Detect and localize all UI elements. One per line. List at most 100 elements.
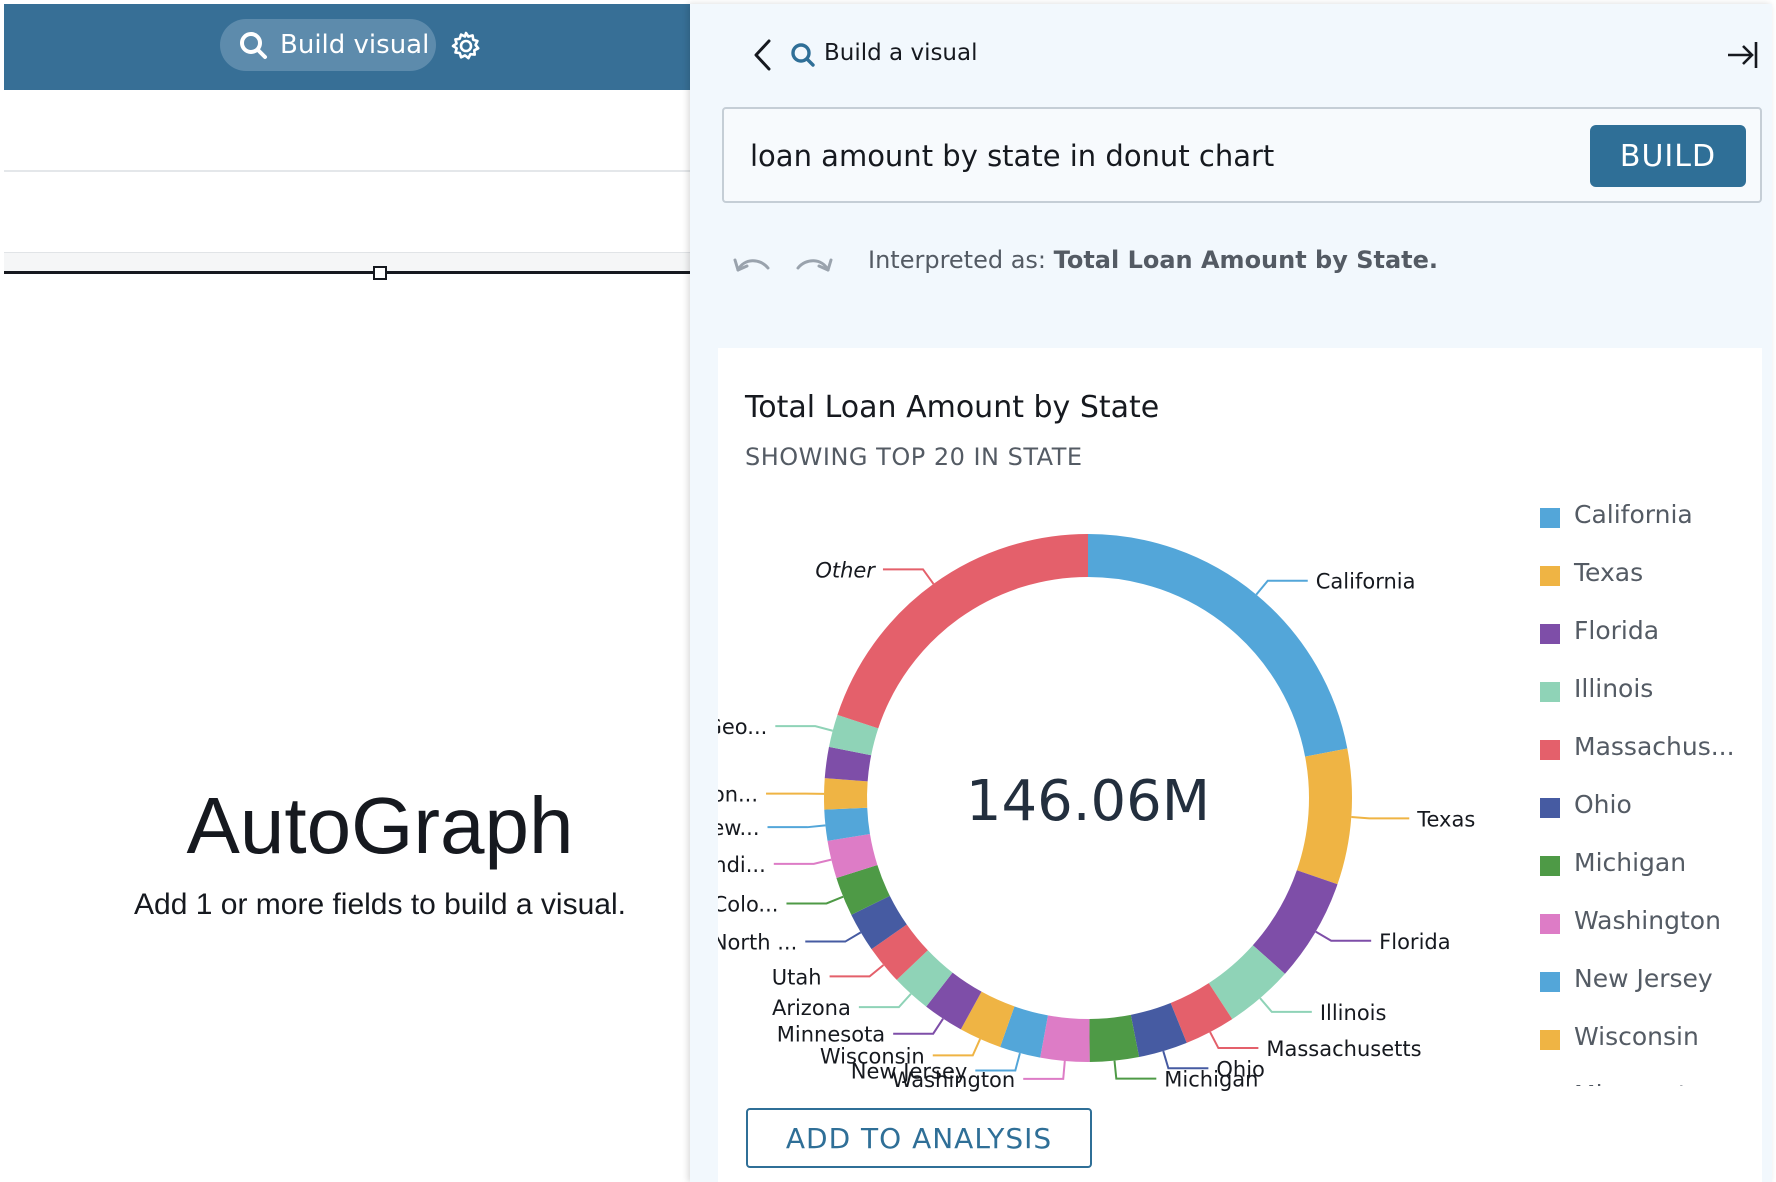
slice-label: California — [1316, 570, 1416, 594]
donut-slice[interactable] — [824, 807, 870, 841]
donut-slice[interactable] — [828, 714, 879, 756]
slice-label: Michigan — [1164, 1068, 1258, 1092]
donut-slice[interactable] — [960, 991, 1015, 1047]
legend-item[interactable]: Wisconsin — [1540, 1022, 1750, 1080]
legend-item[interactable]: Texas — [1540, 558, 1750, 616]
leader-line — [805, 931, 862, 943]
chart-subtitle: SHOWING TOP 20 IN STATE — [745, 443, 1083, 471]
legend-item[interactable]: Massachus... — [1540, 732, 1750, 790]
legend-swatch — [1540, 508, 1560, 528]
legend-item[interactable]: Minnesota — [1540, 1080, 1750, 1086]
slice-label: Illinois — [1320, 1001, 1387, 1025]
slice-label: Colo... — [718, 892, 778, 916]
legend-swatch — [1540, 566, 1560, 586]
donut-slice[interactable] — [871, 924, 929, 980]
chevron-left-icon[interactable] — [750, 38, 776, 72]
leader-line — [1315, 930, 1372, 942]
leader-line — [829, 964, 885, 978]
legend-item[interactable]: Michigan — [1540, 848, 1750, 906]
divider — [4, 170, 690, 172]
legend-label: Minnesota — [1574, 1080, 1703, 1086]
leader-line — [1113, 1060, 1157, 1080]
legend-label: Wisconsin — [1574, 1022, 1699, 1051]
donut-slice[interactable] — [1088, 1014, 1140, 1062]
donut-slice[interactable] — [1170, 982, 1233, 1043]
leader-line — [1209, 1031, 1259, 1050]
build-visual-button[interactable]: Build visual — [220, 19, 436, 71]
legend-label: Texas — [1574, 558, 1644, 587]
legend-item[interactable]: Florida — [1540, 616, 1750, 674]
build-visual-label: Build visual — [280, 30, 430, 60]
center-total: 146.06M — [966, 769, 1210, 834]
slice-label: Wisconsin — [820, 1044, 925, 1068]
donut-slice[interactable] — [926, 972, 982, 1030]
chart-legend: California Texas Florida Illinois Massachus.… — [1540, 500, 1750, 1086]
autograph-subtitle: Add 1 or more fields to build a visual. — [134, 888, 626, 921]
donut-slice[interactable] — [851, 895, 907, 950]
collapse-panel-icon[interactable] — [1726, 40, 1758, 70]
donut-slice[interactable] — [824, 778, 868, 810]
slice-label: Florida — [1379, 930, 1450, 954]
leader-line — [773, 858, 832, 865]
donut-slice[interactable] — [1296, 748, 1352, 885]
slice-label: Arizona — [772, 996, 851, 1020]
build-button[interactable]: BUILD — [1590, 125, 1746, 187]
query-box: BUILD — [722, 107, 1762, 203]
donut-slice[interactable] — [1130, 1002, 1187, 1058]
resize-bar — [4, 252, 690, 273]
undo-icon[interactable] — [732, 252, 772, 276]
slice-label: Minnesota — [777, 1023, 885, 1047]
slice-label: Geo... — [718, 715, 767, 739]
resize-handle[interactable] — [373, 266, 387, 280]
legend-label: Ohio — [1574, 790, 1632, 819]
donut-slice[interactable] — [837, 534, 1089, 729]
slice-label: Massachusetts — [1266, 1037, 1421, 1061]
panel-title: Build a visual — [824, 40, 978, 66]
legend-swatch — [1540, 798, 1560, 818]
redo-icon[interactable] — [794, 252, 834, 276]
donut-slice[interactable] — [1087, 534, 1348, 757]
donut-slice[interactable] — [1040, 1015, 1090, 1062]
donut-slice[interactable] — [1252, 869, 1338, 974]
leader-line — [1255, 579, 1308, 596]
gear-icon[interactable] — [450, 30, 482, 62]
legend-item[interactable]: Washington — [1540, 906, 1750, 964]
build-visual-panel: Build a visual BUILD Interpreted as: Tot… — [690, 4, 1772, 1182]
leader-line — [1162, 1050, 1209, 1070]
legend-label: Illinois — [1574, 674, 1654, 703]
query-input[interactable] — [750, 139, 1510, 173]
leader-line — [932, 1038, 982, 1057]
leader-line — [858, 993, 912, 1009]
autograph-title: AutoGraph — [186, 781, 574, 870]
donut-slice[interactable] — [827, 833, 878, 878]
legend-item[interactable]: Ohio — [1540, 790, 1750, 848]
add-to-analysis-button[interactable]: ADD TO ANALYSIS — [746, 1108, 1092, 1168]
legend-item[interactable]: Illinois — [1540, 674, 1750, 732]
donut-slice[interactable] — [836, 864, 891, 915]
legend-item[interactable]: New Jersey — [1540, 964, 1750, 1022]
donut-slice[interactable] — [1208, 944, 1285, 1020]
donut-slice[interactable] — [824, 746, 872, 782]
slice-label: Con... — [718, 783, 758, 807]
chart-title: Total Loan Amount by State — [745, 390, 1160, 425]
visual-preview-card: California Texas Florida Illinois Massachuse… — [718, 348, 1762, 1182]
search-icon — [240, 32, 267, 59]
legend-label: Florida — [1574, 616, 1660, 645]
donut-slice[interactable] — [1000, 1006, 1049, 1058]
legend-label: Massachus... — [1574, 732, 1735, 761]
slice-label: Other — [815, 558, 876, 582]
resize-line — [4, 271, 690, 274]
legend-swatch — [1540, 972, 1560, 992]
leader-line — [775, 725, 833, 732]
legend-swatch — [1540, 624, 1560, 644]
search-icon — [791, 43, 815, 67]
top-toolbar: Build visual — [4, 4, 690, 90]
legend-swatch — [1540, 740, 1560, 760]
legend-swatch — [1540, 682, 1560, 702]
donut-slice[interactable] — [896, 950, 953, 1007]
legend-item[interactable]: California — [1540, 500, 1750, 558]
slice-label: North ... — [718, 931, 797, 955]
legend-label: California — [1574, 500, 1693, 529]
legend-label: Michigan — [1574, 848, 1687, 877]
leader-line — [1351, 816, 1410, 820]
